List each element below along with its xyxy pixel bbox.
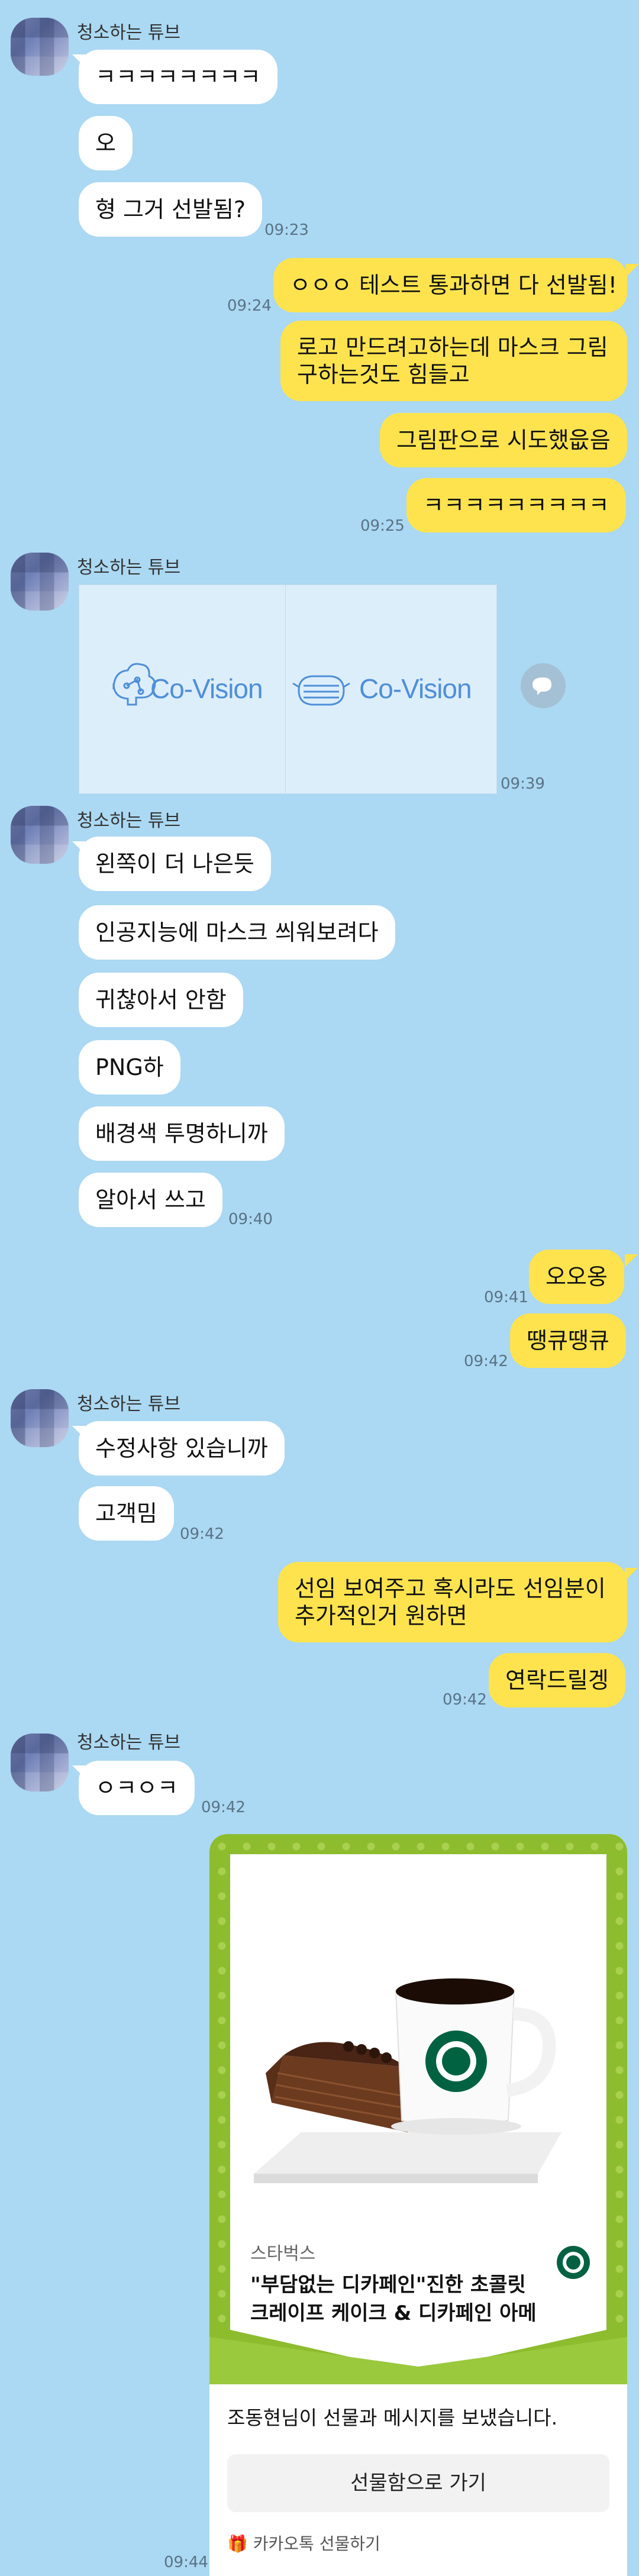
timestamp: 09:44 [164,2554,208,2571]
message-bubble-out[interactable]: 로고 만드려고하는데 마스크 그림 구하는것도 힘들고 [280,321,627,401]
avatar[interactable] [11,806,69,864]
gift-product-line2: 크레이프 케이크 & 디카페인 아메 [250,2301,537,2325]
message-bubble-out[interactable]: 오오옹 [529,1250,624,1304]
message-bubble[interactable]: PNG하 [79,1040,180,1095]
message-bubble-out[interactable]: ㅋㅋㅋㅋㅋㅋㅋㅋㅋ [406,478,626,532]
sender-name: 청소하는 튜브 [77,557,181,578]
sender-name: 청소하는 튜브 [77,811,181,831]
avatar[interactable] [11,1389,69,1447]
message-bubble-out[interactable]: 땡큐땡큐 [510,1313,626,1368]
message-bubble[interactable]: ㅋㅋㅋㅋㅋㅋㅋㅋ [79,50,277,104]
message-bubble[interactable]: 고객밈 [79,1486,174,1541]
message-bubble-out[interactable]: 연락드릴겡 [489,1653,625,1707]
share-icon [532,677,551,695]
timestamp: 09:42 [443,1691,487,1709]
sender-name: 청소하는 튜브 [77,1394,181,1415]
message-bubble[interactable]: 귀찮아서 안함 [79,973,243,1027]
message-bubble-out[interactable]: ㅇㅇㅇ 테스트 통과하면 다 선발됨! [273,258,627,312]
message-bubble[interactable]: 수정사항 있습니까 [79,1421,285,1476]
timestamp: 09:40 [228,1210,273,1228]
message-bubble[interactable]: 오 [79,116,133,170]
gift-footer[interactable]: 🎁 카카오톡 선물하기 [227,2531,380,2555]
gift-product-line1: "부담없는 디카페인"진한 초콜릿 [250,2273,526,2297]
logo-image-right[interactable]: Co-Vision [285,585,497,794]
avatar[interactable] [11,553,69,611]
message-bubble[interactable]: 왼쪽이 더 나은듯 [79,837,271,891]
logo-image-left[interactable]: Co-Vision [79,585,286,794]
logo-text: Co-Vision [150,673,263,704]
bubble-tail [625,1254,638,1267]
message-bubble[interactable]: ㅇㅋㅇㅋ [79,1761,195,1815]
bubble-tail [626,264,639,277]
message-bubble-out[interactable]: 그림판으로 시도했읎음 [380,413,627,467]
gift-message: 조동현님이 선물과 메시지를 보냈습니다. [227,2406,558,2429]
sender-name: 청소하는 튜브 [77,1732,181,1753]
share-button[interactable] [521,663,566,708]
coffee-cake-image [254,1978,561,2183]
timestamp: 09:24 [227,297,272,315]
message-bubble[interactable]: 배경색 투명하니까 [79,1106,285,1161]
timestamp: 09:42 [201,1799,246,1816]
message-bubble[interactable]: 형 그거 선발됨? [79,182,263,237]
gift-brand: 스타벅스 [250,2243,316,2264]
avatar[interactable] [11,18,69,76]
timestamp: 09:25 [360,517,405,535]
message-bubble-out[interactable]: 선임 보여주고 혹시라도 선임분이 추가적인거 원하면 [278,1562,627,1642]
bubble-tail [625,1568,638,1581]
gift-footer-label: 카카오톡 선물하기 [253,2534,380,2554]
avatar[interactable] [11,1734,69,1791]
logo-text: Co-Vision [359,673,472,704]
message-bubble[interactable]: 인공지능에 마스크 씌워보려다 [79,905,395,960]
go-to-gift-box-button[interactable]: 선물함으로 가기 [227,2454,609,2512]
gift-card[interactable]: 스타벅스 "부담없는 디카페인"진한 초콜릿 크레이프 케이크 & 디카페인 아… [209,1834,627,2576]
timestamp: 09:39 [501,775,545,793]
timestamp: 09:42 [464,1352,508,1370]
gift-icon: 🎁 [227,2534,248,2554]
gift-product-image[interactable] [230,1854,606,2221]
starbucks-logo-icon [557,2246,590,2279]
timestamp: 09:42 [180,1525,224,1543]
message-bubble[interactable]: 알아서 쓰고 [79,1173,222,1227]
sender-name: 청소하는 튜브 [77,22,181,43]
timestamp: 09:41 [484,1289,528,1306]
timestamp: 09:23 [264,221,309,239]
